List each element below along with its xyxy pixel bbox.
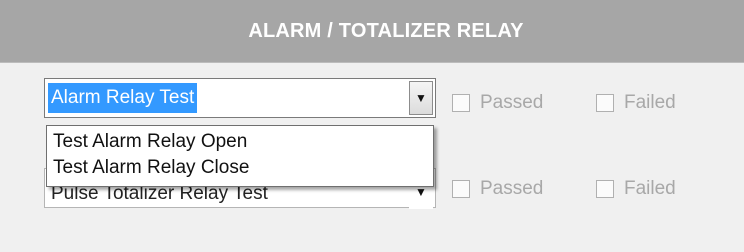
checkbox-box[interactable]: [596, 94, 614, 112]
failed-label: Failed: [624, 92, 676, 113]
alarm-relay-passed-checkbox[interactable]: Passed: [452, 92, 543, 114]
checkbox-box[interactable]: [596, 180, 614, 198]
option-test-alarm-relay-open[interactable]: Test Alarm Relay Open: [47, 129, 433, 155]
pulse-totalizer-passed-checkbox[interactable]: Passed: [452, 178, 543, 200]
alarm-relay-selected-value: Alarm Relay Test: [48, 83, 198, 113]
chevron-down-icon: ▼: [415, 91, 427, 105]
option-test-alarm-relay-close[interactable]: Test Alarm Relay Close: [47, 155, 433, 181]
alarm-relay-test-select[interactable]: Alarm Relay Test ▼: [44, 78, 436, 118]
checkbox-box[interactable]: [452, 94, 470, 112]
panel-header: ALARM / TOTALIZER RELAY: [0, 0, 744, 63]
alarm-relay-options-list: Test Alarm Relay Open Test Alarm Relay C…: [46, 125, 434, 187]
checkbox-box[interactable]: [452, 180, 470, 198]
alarm-relay-dropdown-button[interactable]: ▼: [409, 81, 433, 115]
pulse-totalizer-failed-checkbox[interactable]: Failed: [596, 178, 676, 200]
alarm-totalizer-relay-panel: ALARM / TOTALIZER RELAY Alarm Relay Test…: [0, 0, 744, 252]
panel-title: ALARM / TOTALIZER RELAY: [248, 20, 524, 42]
chevron-down-icon: ▼: [415, 185, 427, 199]
passed-label: Passed: [480, 92, 544, 113]
passed-label: Passed: [480, 178, 544, 199]
failed-label: Failed: [624, 178, 676, 199]
alarm-relay-failed-checkbox[interactable]: Failed: [596, 92, 676, 114]
